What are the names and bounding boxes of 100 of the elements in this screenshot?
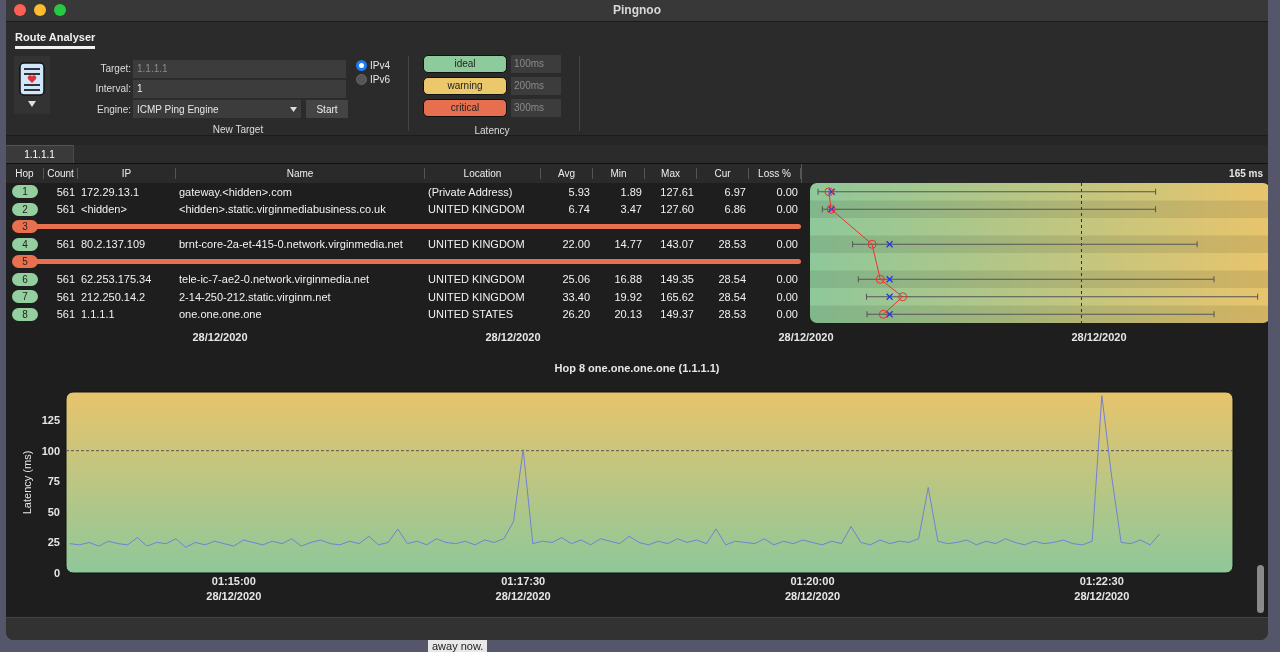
timeline-date: 28/12/2020	[191, 330, 249, 343]
y-tick-label: 125	[41, 413, 60, 426]
table-cell-text: 172.29.13.1	[80, 185, 141, 198]
latency-level-button[interactable]: critical	[423, 98, 507, 117]
chart-title: Hop 8 one.one.one.one (1.1.1.1)	[554, 361, 720, 374]
column-header[interactable]: Cur	[697, 167, 749, 179]
table-cell-text: 26.20	[561, 308, 591, 321]
table-cell-text: 1.89	[619, 185, 643, 198]
zoom-icon[interactable]	[54, 4, 66, 17]
table-cell-text: UNITED KINGDOM	[427, 290, 526, 303]
table-cell-text: tele-ic-7-ae2-0.network.virginmedia.net	[178, 273, 371, 286]
hop-badge: 4	[12, 237, 38, 251]
table-cell-text: 28.53	[717, 238, 747, 251]
table-cell-text: 28.54	[717, 290, 747, 303]
table-cell-text: UNITED KINGDOM	[427, 238, 526, 251]
table-cell-text: gateway.<hidden>.com	[178, 185, 293, 198]
interval-label: Interval:	[94, 83, 131, 95]
table-cell-text: 0.00	[775, 238, 799, 251]
column-header[interactable]: Location	[425, 167, 541, 179]
target-field[interactable]: 1.1.1.1	[133, 59, 346, 78]
column-header[interactable]: Avg	[541, 167, 593, 179]
background-window-text: away now.	[428, 640, 488, 652]
window-title: Pingnoo	[613, 3, 661, 18]
column-header[interactable]: Count	[44, 167, 78, 179]
table-cell-text: (Private Address)	[427, 185, 514, 198]
y-axis-label: Latency (ms)	[21, 450, 33, 515]
tab[interactable]: Route Analyser	[15, 30, 96, 49]
table-cell-text: 0.00	[775, 273, 799, 286]
target-label: Target:	[99, 63, 131, 75]
table-cell-text: 0.00	[775, 203, 799, 216]
table-cell-text: <hidden>.static.virginmediabusiness.co.uk	[178, 203, 387, 216]
table-cell-text: 149.35	[659, 273, 695, 286]
table-cell-text: UNITED STATES	[427, 308, 515, 321]
table-cell-text: 3.47	[619, 203, 643, 216]
table-cell-text: 14.77	[613, 238, 643, 251]
table-cell-text: 561	[55, 308, 76, 321]
table-cell-text: <hidden>	[80, 203, 128, 216]
x-tick-label: 01:20:00 28/12/2020	[784, 574, 841, 602]
group-caption: New Target	[211, 123, 265, 135]
hop-badge: 3	[12, 220, 38, 234]
table-cell-text: 561	[55, 238, 76, 251]
y-tick-label: 50	[47, 505, 60, 518]
column-header[interactable]: Name	[176, 167, 425, 179]
table-cell-text: 143.07	[659, 238, 695, 251]
table-cell-text: 165.62	[659, 290, 695, 303]
group-caption: Latency	[473, 124, 511, 136]
interval-field[interactable]: 1	[133, 79, 346, 98]
table-cell-text: 28.53	[717, 308, 747, 321]
caret-icon[interactable]	[28, 100, 36, 107]
table-cell-text: 561	[55, 273, 76, 286]
table-cell-text: 20.13	[613, 308, 643, 321]
table-cell-text: 0.00	[775, 290, 799, 303]
x-tick-label: 01:22:30 28/12/2020	[1074, 574, 1130, 602]
engine-dropdown[interactable]: ICMP Ping Engine	[133, 100, 301, 119]
table-cell-text: brnt-core-2a-et-415-0.network.virginmedia.net	[178, 238, 404, 251]
table-cell-text: 149.37	[659, 308, 695, 321]
threshold-field[interactable]: 200ms	[511, 76, 561, 95]
hop-badge: 1	[12, 185, 38, 199]
ip-version-radio[interactable]: IPv4	[356, 59, 390, 71]
table-cell-text: 127.61	[659, 185, 695, 198]
table-cell-text: UNITED KINGDOM	[427, 273, 526, 286]
graph-scale-label: 165 ms	[1229, 167, 1263, 179]
hop-badge: 7	[12, 290, 38, 304]
start-button[interactable]: Start	[306, 100, 348, 119]
ip-version-radio[interactable]: IPv6	[356, 73, 390, 85]
y-tick-label: 25	[47, 536, 60, 549]
column-header[interactable]: IP	[78, 167, 176, 179]
table-cell-text: 25.06	[561, 273, 591, 286]
dropdown-caret-icon	[290, 106, 297, 112]
table-cell-text: 80.2.137.109	[80, 238, 147, 251]
table-cell-text: 1.1.1.1	[80, 308, 116, 321]
latency-level-button[interactable]: warning	[423, 76, 507, 95]
x-tick-label: 01:15:00 28/12/2020	[206, 574, 262, 602]
timeline-date: 28/12/2020	[484, 330, 542, 343]
threshold-field[interactable]: 300ms	[511, 98, 561, 117]
table-cell-text: 62.253.175.34	[80, 273, 153, 286]
table-cell-text: 6.74	[567, 203, 591, 216]
table-cell-text: 19.92	[613, 290, 643, 303]
y-tick-label: 0	[53, 566, 60, 579]
table-cell-text: 127.60	[659, 203, 695, 216]
minimize-icon[interactable]	[34, 4, 46, 17]
table-cell-text: one.one.one.one	[178, 308, 263, 321]
latency-level-button[interactable]: ideal	[423, 54, 507, 73]
hop-badge: 6	[12, 272, 38, 286]
table-cell-text: 2-14-250-212.static.virginm.net	[178, 290, 332, 303]
table-cell-text: 22.00	[561, 238, 591, 251]
hop-badge: 5	[12, 255, 38, 269]
scrollbar-thumb[interactable]	[1257, 564, 1264, 613]
table-cell-text: 16.88	[613, 273, 643, 286]
column-header[interactable]: Min	[593, 167, 645, 179]
threshold-field[interactable]: 100ms	[511, 54, 561, 73]
table-cell-text: 561	[55, 203, 76, 216]
column-header[interactable]: Max	[645, 167, 697, 179]
column-header[interactable]: Hop	[6, 167, 44, 179]
table-cell-text: UNITED KINGDOM	[427, 203, 526, 216]
table-cell-text: 561	[55, 290, 76, 303]
timeline-date: 28/12/2020	[777, 330, 835, 343]
table-cell-text: 212.250.14.2	[80, 290, 147, 303]
table-cell-text: 0.00	[775, 308, 799, 321]
close-icon[interactable]	[14, 4, 26, 17]
